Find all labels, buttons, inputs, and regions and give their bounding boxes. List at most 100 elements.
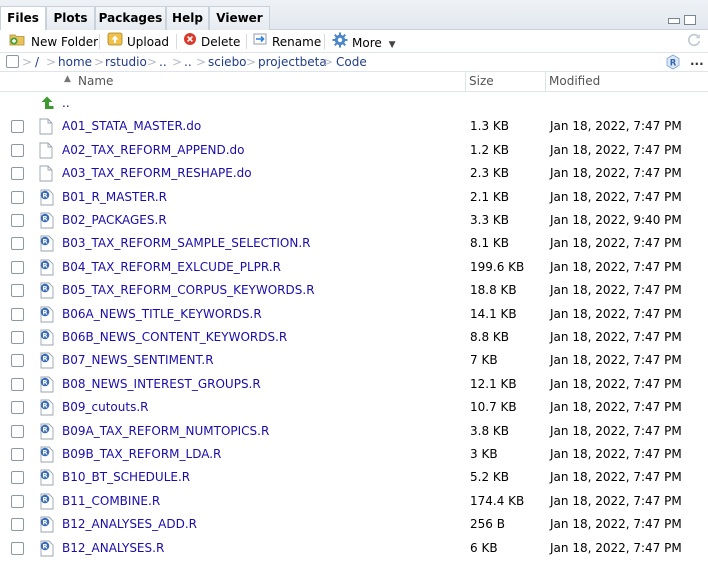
file-row[interactable]: R B08_NEWS_INTEREST_GROUPS.R 12.1 KB Jan 18… bbox=[0, 373, 708, 396]
select-all-checkbox[interactable] bbox=[6, 55, 19, 68]
file-row[interactable]: R B07_NEWS_SENTIMENT.R 7 KB Jan 18, 2022, 7… bbox=[0, 349, 708, 372]
breadcrumb-separator: > bbox=[172, 55, 183, 69]
more-button[interactable]: More ▼ bbox=[332, 32, 396, 51]
file-name-link[interactable]: B06B_NEWS_CONTENT_KEYWORDS.R bbox=[62, 326, 287, 349]
file-row[interactable]: A03_TAX_REFORM_RESHAPE.do 2.3 KB Jan 18, 2… bbox=[0, 162, 708, 185]
svg-text:R: R bbox=[42, 401, 47, 409]
file-row[interactable]: R B12_ANALYSES_ADD.R 256 B Jan 18, 2022, 7:… bbox=[0, 513, 708, 536]
text-file-icon bbox=[39, 165, 53, 185]
breadcrumb-code[interactable]: Code bbox=[336, 54, 367, 70]
file-checkbox[interactable] bbox=[11, 378, 24, 391]
breadcrumb-parent[interactable]: .. bbox=[184, 54, 192, 70]
file-checkbox[interactable] bbox=[11, 518, 24, 531]
file-checkbox[interactable] bbox=[11, 471, 24, 484]
breadcrumb-parent[interactable]: .. bbox=[159, 54, 167, 70]
file-checkbox[interactable] bbox=[11, 448, 24, 461]
column-header-size[interactable]: Size bbox=[469, 72, 494, 92]
file-row[interactable]: R B01_R_MASTER.R 2.1 KB Jan 18, 2022, 7:47 … bbox=[0, 186, 708, 209]
file-checkbox[interactable] bbox=[11, 308, 24, 321]
breadcrumb-home[interactable]: home bbox=[58, 54, 92, 70]
file-name-link[interactable]: B02_PACKAGES.R bbox=[62, 209, 167, 232]
file-checkbox[interactable] bbox=[11, 354, 24, 367]
file-row[interactable]: A02_TAX_REFORM_APPEND.do 1.2 KB Jan 18, 20… bbox=[0, 139, 708, 162]
file-checkbox[interactable] bbox=[11, 261, 24, 274]
file-name-link[interactable]: B08_NEWS_INTEREST_GROUPS.R bbox=[62, 373, 261, 396]
breadcrumb-separator: > bbox=[196, 55, 207, 69]
file-checkbox[interactable] bbox=[11, 284, 24, 297]
file-row[interactable]: R B02_PACKAGES.R 3.3 KB Jan 18, 2022, 9:40 … bbox=[0, 209, 708, 232]
file-name-link[interactable]: B10_BT_SCHEDULE.R bbox=[62, 466, 190, 489]
file-checkbox[interactable] bbox=[11, 542, 24, 555]
upload-icon bbox=[107, 32, 123, 51]
file-name-link[interactable]: A02_TAX_REFORM_APPEND.do bbox=[62, 139, 245, 162]
minimize-pane-button[interactable] bbox=[668, 18, 680, 24]
more-options-menu[interactable]: ... bbox=[690, 53, 704, 69]
file-row[interactable]: R B05_TAX_REFORM_CORPUS_KEYWORDS.R 18.8 KB… bbox=[0, 279, 708, 302]
svg-text:R: R bbox=[42, 237, 47, 245]
breadcrumb-sciebo[interactable]: sciebo bbox=[208, 54, 247, 70]
new-folder-button[interactable]: New Folder bbox=[9, 33, 98, 51]
tab-viewer[interactable]: Viewer bbox=[209, 6, 270, 30]
column-header-modified[interactable]: Modified bbox=[549, 72, 600, 92]
file-name-link[interactable]: B05_TAX_REFORM_CORPUS_KEYWORDS.R bbox=[62, 279, 315, 302]
file-name-link[interactable]: B06A_NEWS_TITLE_KEYWORDS.R bbox=[62, 303, 262, 326]
breadcrumb-root[interactable]: / bbox=[35, 54, 39, 70]
file-name-link[interactable]: B07_NEWS_SENTIMENT.R bbox=[62, 349, 214, 372]
tab-help[interactable]: Help bbox=[166, 6, 209, 30]
file-name-link[interactable]: B01_R_MASTER.R bbox=[62, 186, 167, 209]
breadcrumb-rstudio[interactable]: rstudio bbox=[105, 54, 147, 70]
file-size: 12.1 KB bbox=[470, 377, 517, 391]
refresh-button[interactable] bbox=[686, 32, 702, 50]
column-header-name[interactable]: Name bbox=[78, 72, 113, 92]
delete-label: Delete bbox=[201, 35, 241, 49]
parent-directory-link[interactable]: .. bbox=[62, 92, 70, 115]
file-row[interactable]: R B06B_NEWS_CONTENT_KEYWORDS.R 8.8 KB Jan 1… bbox=[0, 326, 708, 349]
tab-files[interactable]: Files bbox=[0, 6, 46, 31]
r-project-icon[interactable]: R bbox=[665, 54, 681, 73]
breadcrumb-projectbeta[interactable]: projectbeta bbox=[258, 54, 327, 70]
file-checkbox[interactable] bbox=[11, 120, 24, 133]
file-name-link[interactable]: B09B_TAX_REFORM_LDA.R bbox=[62, 443, 221, 466]
file-checkbox[interactable] bbox=[11, 495, 24, 508]
tab-packages[interactable]: Packages bbox=[95, 6, 166, 30]
new-folder-label: New Folder bbox=[31, 35, 99, 49]
file-size: 3 KB bbox=[470, 447, 498, 461]
file-modified: Jan 18, 2022, 7:47 PM bbox=[550, 260, 682, 274]
file-row[interactable]: R B12_ANALYSES.R 6 KB Jan 18, 2022, 7:47 PM bbox=[0, 537, 708, 560]
file-row[interactable]: R B11_COMBINE.R 174.4 KB Jan 18, 2022, 7:47… bbox=[0, 490, 708, 513]
file-checkbox[interactable] bbox=[11, 214, 24, 227]
upload-button[interactable]: Upload bbox=[107, 32, 169, 51]
file-row[interactable]: R B09_cutouts.R 10.7 KB Jan 18, 2022, 7:47 … bbox=[0, 396, 708, 419]
rename-button[interactable]: Rename bbox=[253, 33, 321, 51]
file-checkbox[interactable] bbox=[11, 401, 24, 414]
parent-directory-row[interactable]: .. bbox=[0, 92, 708, 115]
file-row[interactable]: R B09B_TAX_REFORM_LDA.R 3 KB Jan 18, 2022, … bbox=[0, 443, 708, 466]
file-name-link[interactable]: B11_COMBINE.R bbox=[62, 490, 160, 513]
toolbar-separator bbox=[176, 34, 177, 49]
r-file-icon: R bbox=[39, 306, 55, 326]
file-checkbox[interactable] bbox=[11, 331, 24, 344]
file-row[interactable]: A01_STATA_MASTER.do 1.3 KB Jan 18, 2022, 7… bbox=[0, 115, 708, 138]
delete-button[interactable]: Delete bbox=[183, 33, 240, 51]
file-checkbox[interactable] bbox=[11, 144, 24, 157]
file-checkbox[interactable] bbox=[11, 191, 24, 204]
file-name-link[interactable]: A03_TAX_REFORM_RESHAPE.do bbox=[62, 162, 252, 185]
file-name-link[interactable]: A01_STATA_MASTER.do bbox=[62, 115, 201, 138]
file-checkbox[interactable] bbox=[11, 425, 24, 438]
file-name-link[interactable]: B12_ANALYSES_ADD.R bbox=[62, 513, 197, 536]
file-name-link[interactable]: B04_TAX_REFORM_EXLCUDE_PLPR.R bbox=[62, 256, 281, 279]
file-name-link[interactable]: B09_cutouts.R bbox=[62, 396, 148, 419]
file-row[interactable]: R B10_BT_SCHEDULE.R 5.2 KB Jan 18, 2022, 7:… bbox=[0, 466, 708, 489]
svg-text:R: R bbox=[42, 448, 47, 456]
file-row[interactable]: R B09A_TAX_REFORM_NUMTOPICS.R 3.8 KB Jan 18… bbox=[0, 420, 708, 443]
tab-plots[interactable]: Plots bbox=[46, 6, 95, 30]
maximize-pane-button[interactable] bbox=[684, 15, 696, 25]
file-row[interactable]: R B04_TAX_REFORM_EXLCUDE_PLPR.R 199.6 KB Ja… bbox=[0, 256, 708, 279]
file-row[interactable]: R B06A_NEWS_TITLE_KEYWORDS.R 14.1 KB Jan 18… bbox=[0, 303, 708, 326]
file-name-link[interactable]: B03_TAX_REFORM_SAMPLE_SELECTION.R bbox=[62, 232, 310, 255]
file-name-link[interactable]: B12_ANALYSES.R bbox=[62, 537, 164, 560]
file-name-link[interactable]: B09A_TAX_REFORM_NUMTOPICS.R bbox=[62, 420, 269, 443]
file-checkbox[interactable] bbox=[11, 237, 24, 250]
file-checkbox[interactable] bbox=[11, 167, 24, 180]
file-row[interactable]: R B03_TAX_REFORM_SAMPLE_SELECTION.R 8.1 KB… bbox=[0, 232, 708, 255]
